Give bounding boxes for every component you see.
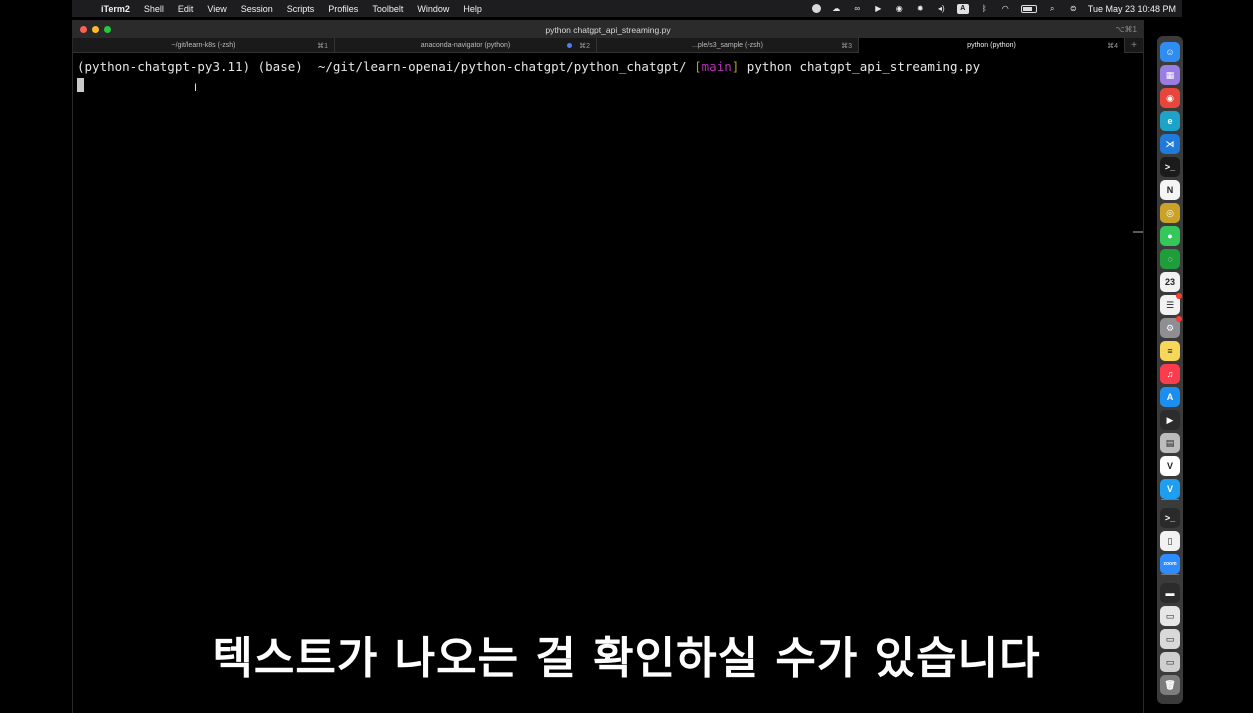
zoom-icon[interactable]: zoom <box>1160 554 1180 574</box>
appstore-icon[interactable]: A <box>1160 387 1180 407</box>
glasses-icon[interactable]: ∞ <box>852 4 863 13</box>
bluetooth-icon[interactable]: ᛒ <box>979 4 990 13</box>
tab-learn-k8s[interactable]: ~/git/learn-k8s (-zsh) ⌘1 <box>73 38 335 53</box>
finder-icon[interactable]: ☺ <box>1160 42 1180 62</box>
reminders-icon[interactable]: ☰ <box>1160 293 1182 315</box>
messages-icon[interactable]: ● <box>1160 226 1180 246</box>
menu-toolbelt[interactable]: Toolbelt <box>365 4 410 14</box>
settings-icon[interactable]: ⚙ <box>1160 316 1182 338</box>
vscode-icon[interactable]: ⋊ <box>1160 134 1180 154</box>
tab-anaconda-navigator[interactable]: anaconda-navigator (python) ⌘2 <box>335 38 597 53</box>
vivid-icon[interactable]: V <box>1160 479 1180 499</box>
title-bar[interactable]: python chatgpt_api_streaming.py ⌥⌘1 <box>73 21 1143 38</box>
tab-label: python (python) <box>967 42 1016 49</box>
status-area: ☁ ∞ ▶ ◉ ✹ ◂) A ᛒ ◠ ⌕ ⊜ Tue May 23 10:48 … <box>807 3 1182 14</box>
battery-icon[interactable] <box>1020 4 1037 13</box>
git-branch: main <box>701 59 732 74</box>
menu-scripts[interactable]: Scripts <box>280 4 322 14</box>
menu-view[interactable]: View <box>200 4 233 14</box>
sequel-icon[interactable]: ▤ <box>1160 433 1180 453</box>
text-cursor-icon: I <box>194 82 198 94</box>
scroll-indicator[interactable] <box>1133 231 1143 233</box>
calendar-icon[interactable]: 23 <box>1160 272 1180 292</box>
menu-help[interactable]: Help <box>456 4 489 14</box>
terminal-cursor <box>77 78 84 92</box>
tab-python[interactable]: python (python) ⌘4 <box>859 38 1125 53</box>
window-title: python chatgpt_api_streaming.py <box>545 24 671 35</box>
search-icon[interactable]: ⌕ <box>1047 4 1058 13</box>
edge-icon[interactable]: e <box>1160 111 1180 131</box>
db-icon[interactable]: ◎ <box>1160 203 1180 223</box>
play-icon[interactable]: ▶ <box>873 4 884 13</box>
prompt-command: python chatgpt_api_streaming.py <box>739 59 981 74</box>
terminal-icon[interactable]: >_ <box>1160 508 1180 528</box>
activity-icon[interactable]: ◌ <box>1160 249 1180 269</box>
video-subtitle: 텍스트가 나오는 걸 확인하실 수가 있습니다 <box>212 633 1041 684</box>
input-source-icon[interactable]: A <box>956 3 969 14</box>
window-thumb3-icon[interactable]: ▭ <box>1160 629 1180 649</box>
window-thumb2-icon[interactable]: ▭ <box>1160 606 1180 626</box>
chrome-icon[interactable]: ◉ <box>1160 88 1180 108</box>
brightness-icon[interactable]: ✹ <box>915 4 926 13</box>
menu-window[interactable]: Window <box>410 4 456 14</box>
tab-shortcut: ⌘2 <box>579 42 590 50</box>
prompt-line: (python-chatgpt-py3.11) (base) ~/git/lea… <box>77 58 1139 75</box>
prompt-env: (python-chatgpt-py3.11) (base) <box>77 59 311 74</box>
notion-icon[interactable]: N <box>1160 180 1180 200</box>
menu-session[interactable]: Session <box>234 4 280 14</box>
tab-shortcut: ⌘3 <box>841 42 852 50</box>
wifi-icon[interactable]: ◠ <box>1000 4 1011 13</box>
prompt-path: ~/git/learn-openai/python-chatgpt/python… <box>310 59 695 74</box>
window-shortcut: ⌥⌘1 <box>1115 25 1137 34</box>
control-center-icon[interactable]: ⊜ <box>1068 4 1079 13</box>
branch-open-bracket: [ <box>694 59 702 74</box>
tab-bar: ~/git/learn-k8s (-zsh) ⌘1 anaconda-navig… <box>73 38 1143 53</box>
trash-icon[interactable]: 🗑 <box>1160 675 1180 695</box>
menu-bar: iTerm2 Shell Edit View Session Scripts P… <box>72 0 1182 17</box>
cloud-icon[interactable]: ☁ <box>831 4 842 13</box>
notification-badge <box>1176 316 1182 322</box>
finalcut-icon[interactable]: ▶ <box>1160 410 1180 430</box>
tab-shortcut: ⌘1 <box>317 42 328 50</box>
menu-profiles[interactable]: Profiles <box>321 4 365 14</box>
iterm-window: python chatgpt_api_streaming.py ⌥⌘1 ~/gi… <box>72 20 1144 713</box>
document-icon[interactable]: ▯ <box>1160 531 1180 551</box>
launchpad-icon[interactable]: ▦ <box>1160 65 1180 85</box>
notification-badge <box>1176 293 1182 299</box>
dock: ☺ ▦ ◉ e ⋊ >_ N ◎ ● ◌ 23 ☰ ⚙ ≡ ♫ A ▶ ▤ V V >_ ▯ zoom ▬ ▭ ▭ ▭ 🗑 <box>1157 36 1183 704</box>
dock-separator <box>1161 574 1179 575</box>
iterm-icon[interactable]: >_ <box>1160 157 1180 177</box>
terminal-output[interactable]: (python-chatgpt-py3.11) (base) ~/git/lea… <box>73 54 1143 713</box>
menu-shell[interactable]: Shell <box>137 4 171 14</box>
activity-dot-icon <box>567 43 572 48</box>
tab-label: anaconda-navigator (python) <box>420 42 511 49</box>
volume-icon[interactable]: ◂) <box>936 4 947 13</box>
tab-label: ~/git/learn-k8s (-zsh) <box>171 42 236 49</box>
tab-shortcut: ⌘4 <box>1107 42 1118 50</box>
window-thumb4-icon[interactable]: ▭ <box>1160 652 1180 672</box>
tab-s3-sample[interactable]: ...ple/s3_sample (-zsh) ⌘3 <box>597 38 859 53</box>
window-thumb-icon[interactable]: ▬ <box>1160 583 1180 603</box>
tab-label: ...ple/s3_sample (-zsh) <box>692 42 763 49</box>
menu-app-name[interactable]: iTerm2 <box>94 4 137 14</box>
music-icon[interactable]: ♫ <box>1160 364 1180 384</box>
dock-separator <box>1161 499 1179 500</box>
record-icon[interactable]: ◉ <box>894 4 905 13</box>
notes-icon[interactable]: ≡ <box>1160 341 1180 361</box>
minus-circle-icon[interactable] <box>811 4 821 13</box>
menu-edit[interactable]: Edit <box>171 4 201 14</box>
vim-icon[interactable]: V <box>1160 456 1180 476</box>
new-tab-button[interactable]: + <box>1125 38 1143 53</box>
menu-clock[interactable]: Tue May 23 10:48 PM <box>1088 4 1176 14</box>
